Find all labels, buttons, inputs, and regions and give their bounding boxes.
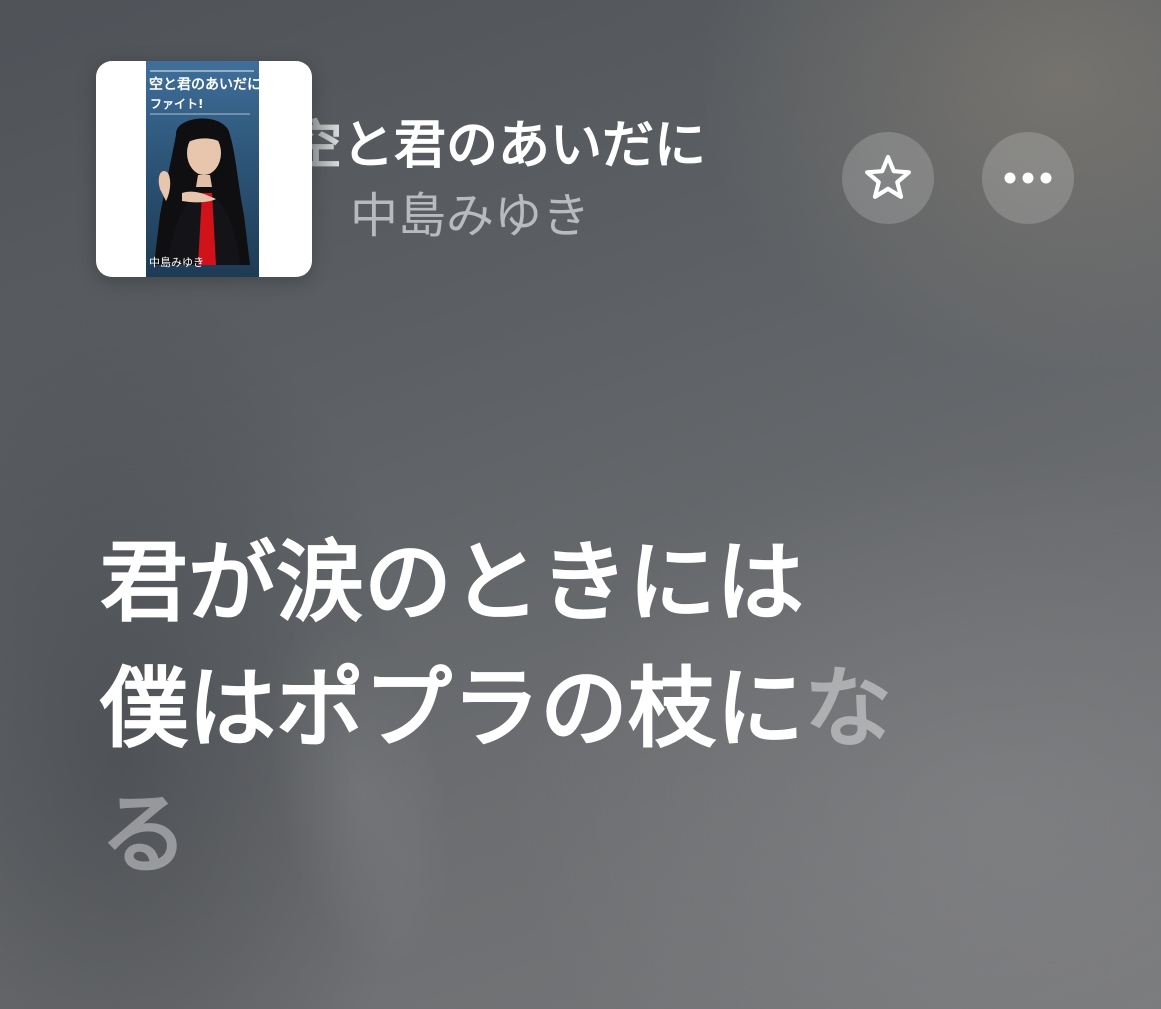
cover-portrait	[154, 118, 250, 265]
ellipsis-icon	[1004, 172, 1052, 184]
artist-name[interactable]: 中島みゆき	[350, 184, 590, 248]
album-artwork[interactable]: 空と君のあいだに ファイト! 中島みゆき	[96, 61, 312, 277]
lyric-line-wrap[interactable]: る	[100, 772, 1090, 898]
lyric-line-next[interactable]: 僕はポプラの枝にな	[100, 646, 1090, 772]
lyric-text-fading: な	[804, 657, 893, 760]
cover-subtitle: ファイト!	[150, 97, 204, 111]
lyrics-panel[interactable]: 君が涙のときには 僕はポプラの枝にな る	[100, 520, 1090, 898]
lyric-line-current[interactable]: 君が涙のときには	[100, 520, 1090, 646]
more-options-button[interactable]	[982, 132, 1074, 224]
cover-artist: 中島みゆき	[149, 256, 204, 269]
cover-title: 空と君のあいだに	[149, 77, 259, 93]
lyric-text: 僕はポプラの枝に	[100, 657, 805, 760]
album-cover: 空と君のあいだに ファイト! 中島みゆき	[146, 61, 259, 277]
cover-decoration	[150, 70, 254, 72]
star-outline-icon	[865, 154, 911, 199]
song-title: 空と君のあいだに	[312, 116, 707, 176]
favorite-button[interactable]	[842, 132, 934, 224]
